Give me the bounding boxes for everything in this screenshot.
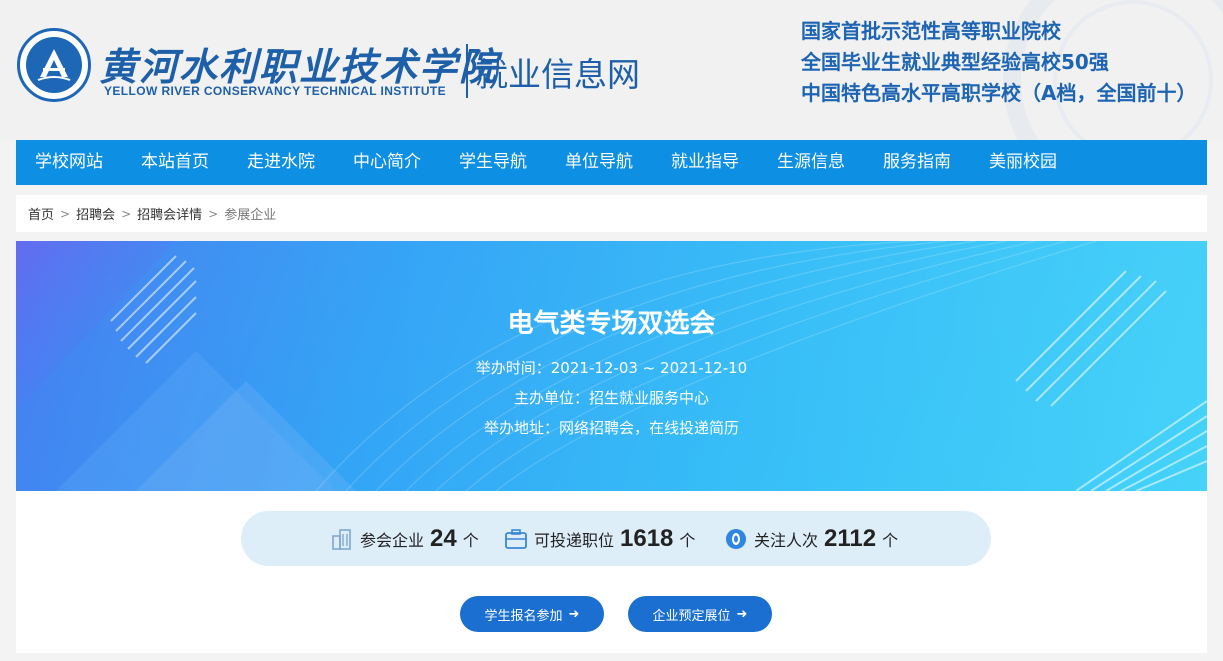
- student-signup-label: 学生报名参加: [484, 608, 563, 624]
- student-signup-button[interactable]: 学生报名参加 ➜: [460, 596, 604, 632]
- job-fair-banner: 电气类专场双选会 举办时间：2021-12-03 ~ 2021-12-10 主办…: [16, 241, 1207, 491]
- school-emblem-icon[interactable]: [17, 28, 91, 102]
- stat-companies: 参会企业 24 个: [329, 511, 479, 566]
- chevron-right-icon: >: [121, 206, 132, 221]
- nav-item-campus[interactable]: 美丽校园: [970, 140, 1076, 185]
- school-name-en: YELLOW RIVER CONSERVANCY TECHNICAL INSTI…: [104, 84, 447, 98]
- stat-companies-label: 参会企业: [360, 530, 425, 550]
- stat-positions-unit: 个: [679, 530, 696, 550]
- stat-followers-label: 关注人次: [754, 530, 819, 550]
- company-booth-button[interactable]: 企业预定展位 ➜: [628, 596, 772, 632]
- breadcrumb-current: 参展企业: [224, 208, 277, 223]
- stat-followers: 关注人次 2112 个: [723, 511, 898, 566]
- site-header: 黄河水利职业技术学院 YELLOW RIVER CONSERVANCY TECH…: [0, 0, 1223, 140]
- job-fair-time: 举办时间：2021-12-03 ~ 2021-12-10: [475, 359, 748, 377]
- job-fair-organizer: 主办单位：招生就业服务中心: [513, 389, 709, 407]
- briefcase-icon: [503, 526, 529, 552]
- building-icon: [329, 526, 355, 552]
- nav-item-school-site[interactable]: 学校网站: [16, 140, 122, 185]
- stat-positions-label: 可投递职位: [534, 530, 615, 550]
- breadcrumb: 首页 > 招聘会 > 招聘会详情 > 参展企业: [16, 195, 1207, 232]
- slogan-line: 国家首批示范性高等职业院校: [801, 19, 1061, 43]
- stat-followers-value: 2112: [824, 524, 877, 552]
- main-nav: 学校网站 本站首页 走进水院 中心简介 学生导航 单位导航 就业指导 生源信息 …: [16, 140, 1207, 185]
- nav-item-home[interactable]: 本站首页: [122, 140, 228, 185]
- job-fair-title: 电气类专场双选会: [507, 309, 716, 339]
- nav-item-student-guide[interactable]: 学生导航: [440, 140, 546, 185]
- company-booth-label: 企业预定展位: [652, 608, 731, 624]
- chevron-right-icon: >: [60, 206, 71, 221]
- slogan-line: 中国特色高水平高职学校（A档，全国前十）: [801, 81, 1197, 105]
- stats-bar: 参会企业 24 个 可投递职位 1618 个 关注人次 2112 个: [241, 511, 991, 566]
- nav-item-employer-guide[interactable]: 单位导航: [546, 140, 652, 185]
- slogan-list: 国家首批示范性高等职业院校 全国毕业生就业典型经验高校50强 中国特色高水平高职…: [801, 16, 1196, 109]
- nav-item-about-school[interactable]: 走进水院: [228, 140, 334, 185]
- logo-divider: [466, 44, 468, 98]
- chevron-right-icon: >: [208, 206, 219, 221]
- fair-summary: 参会企业 24 个 可投递职位 1618 个 关注人次 2112 个 学生报名参…: [16, 491, 1207, 653]
- stat-companies-unit: 个: [462, 530, 479, 550]
- stat-positions-value: 1618: [620, 524, 674, 552]
- site-name[interactable]: 就业信息网: [475, 48, 640, 96]
- school-name-cn[interactable]: 黄河水利职业技术学院: [99, 36, 499, 91]
- nav-item-graduate-info[interactable]: 生源信息: [758, 140, 864, 185]
- breadcrumb-job-fair[interactable]: 招聘会: [76, 204, 115, 223]
- arrow-right-icon: ➜: [568, 606, 580, 622]
- breadcrumb-home[interactable]: 首页: [28, 204, 54, 223]
- slogan-line: 全国毕业生就业典型经验高校50强: [801, 50, 1109, 74]
- arrow-right-icon: ➜: [736, 606, 748, 622]
- stat-positions: 可投递职位 1618 个: [503, 511, 695, 566]
- stat-companies-value: 24: [430, 524, 457, 552]
- nav-item-service-guide[interactable]: 服务指南: [864, 140, 970, 185]
- breadcrumb-job-fair-detail[interactable]: 招聘会详情: [137, 204, 202, 223]
- job-fair-location: 举办地址：网络招聘会，在线投递简历: [483, 419, 739, 437]
- nav-item-career-guidance[interactable]: 就业指导: [652, 140, 758, 185]
- stat-followers-unit: 个: [882, 530, 899, 550]
- nav-item-center-intro[interactable]: 中心简介: [334, 140, 440, 185]
- eye-icon: [723, 526, 749, 552]
